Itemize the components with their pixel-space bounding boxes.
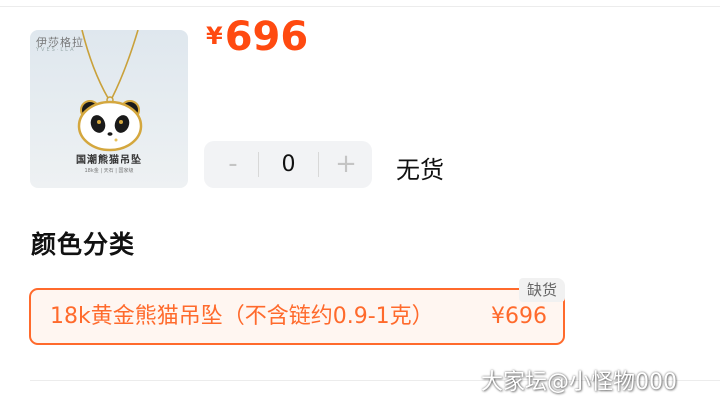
next-section-peek <box>31 400 151 406</box>
price-amount: 696 <box>224 14 309 60</box>
stock-status: 无货 <box>396 156 444 184</box>
thumbnail-caption-sub: 18k金 | 天石 | 国家级 <box>84 168 134 174</box>
sku-option[interactable]: 18k黄金熊猫吊坠（不含链约0.9-1克） ¥696 缺货 <box>29 278 565 345</box>
minus-icon[interactable]: - <box>208 141 258 188</box>
sku-option-label: 18k黄金熊猫吊坠（不含链约0.9-1克） <box>50 304 434 329</box>
price-currency: ¥ <box>206 22 223 50</box>
quantity-stepper: - 0 + <box>204 141 372 188</box>
product-price: ¥696 <box>206 14 308 60</box>
plus-icon[interactable]: + <box>321 141 371 188</box>
watermark: 大家坛@小怪物000 <box>481 370 677 395</box>
options-section-title: 颜色分类 <box>31 230 136 259</box>
thumbnail-brand-sub: YVES·LLA <box>36 47 76 53</box>
stepper-divider <box>318 152 319 177</box>
product-thumbnail[interactable]: 伊莎格拉 YVES·LLA 国潮熊猫吊坠 18k金 | 天石 | 国家级 <box>30 30 188 188</box>
quantity-input[interactable]: 0 <box>259 141 318 188</box>
top-divider <box>0 0 720 7</box>
out-of-stock-badge: 缺货 <box>519 278 565 302</box>
thumbnail-caption: 国潮熊猫吊坠 <box>76 155 142 166</box>
